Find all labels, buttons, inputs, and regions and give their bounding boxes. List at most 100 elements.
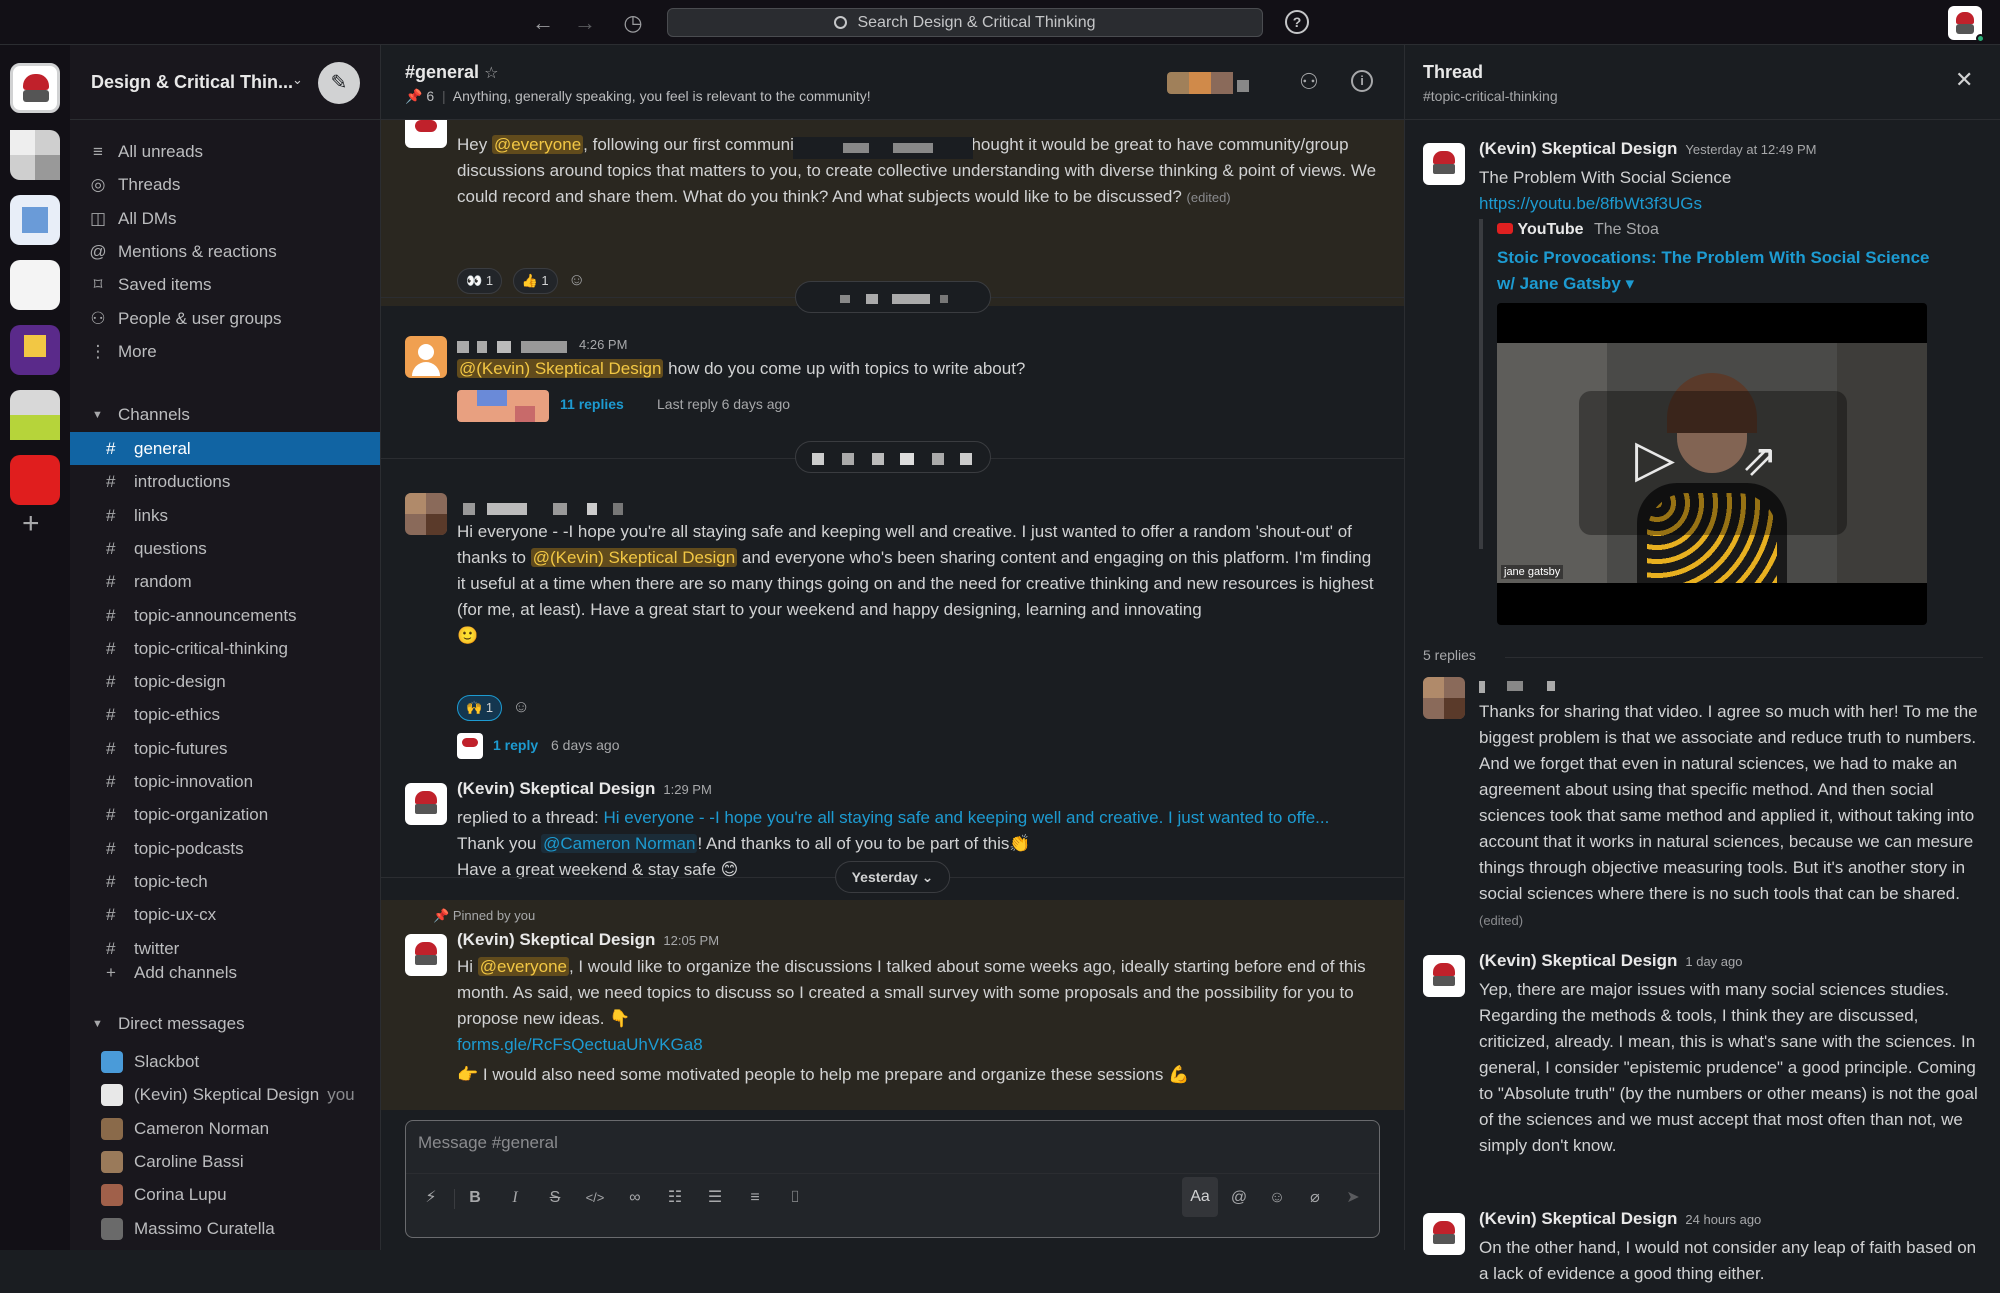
sidebar-dm-corina-lupu[interactable]: Corina Lupu <box>70 1178 380 1211</box>
mention-everyone[interactable]: @everyone <box>477 957 569 976</box>
workspace-4[interactable] <box>10 260 60 310</box>
italic-icon[interactable]: I <box>500 1183 530 1213</box>
workspace-3[interactable] <box>10 195 60 245</box>
avatar[interactable] <box>1423 955 1465 997</box>
add-member-icon[interactable]: ⚇ <box>1299 69 1319 95</box>
info-icon[interactable]: i <box>1351 70 1373 92</box>
sidebar-channel-introductions[interactable]: # introductions <box>70 465 380 498</box>
ordered-list-icon[interactable]: ☷ <box>660 1183 690 1213</box>
nav-item-all-dms[interactable]: ◫ All DMs <box>70 202 380 235</box>
add-reaction-icon[interactable]: ☺ <box>568 270 585 289</box>
compose-button[interactable]: ✎ <box>318 62 360 104</box>
workspace-5[interactable] <box>10 325 60 375</box>
back-icon[interactable]: ← <box>528 8 558 38</box>
sidebar-channel-topic-podcasts[interactable]: # topic-podcasts <box>70 832 380 865</box>
send-icon[interactable]: ➤ <box>1338 1183 1368 1213</box>
sidebar-dm-slackbot[interactable]: Slackbot <box>70 1045 380 1078</box>
mention-kevin[interactable]: @(Kevin) Skeptical Design <box>457 359 664 378</box>
code-icon[interactable]: </> <box>580 1183 610 1213</box>
message-input[interactable]: Message #general <box>418 1133 558 1153</box>
sidebar-channel-topic-announcements[interactable]: # topic-announcements <box>70 599 380 632</box>
thread-reply[interactable]: Thanks for sharing that video. I agree s… <box>1423 677 1983 947</box>
avatar[interactable] <box>1423 677 1465 719</box>
reaction-raised-hands[interactable]: 🙌 1 <box>457 695 503 721</box>
chevron-down-icon[interactable]: ⌄ <box>292 72 303 88</box>
avatar[interactable] <box>405 336 447 378</box>
video-player[interactable]: ▷ ⇗ jane gatsby <box>1497 303 1927 625</box>
workspace-header[interactable]: Design & Critical Thin... ⌄ ✎ <box>70 45 380 120</box>
message-author[interactable]: (Kevin) Skeptical Design <box>1479 951 1677 970</box>
message-time[interactable]: 4:26 PM <box>579 337 627 352</box>
message-author[interactable]: (Kevin) Skeptical Design <box>457 930 655 949</box>
sidebar-channel-links[interactable]: # links <box>70 499 380 532</box>
member-avatars[interactable] <box>1167 72 1257 94</box>
link-icon[interactable]: ∞ <box>620 1183 650 1213</box>
avatar[interactable] <box>1423 1213 1465 1255</box>
sidebar-dm--kevin-skeptical-design[interactable]: (Kevin) Skeptical Design you <box>70 1078 380 1111</box>
avatar[interactable] <box>1423 143 1465 185</box>
message-item-pinned[interactable]: 📌 Pinned by you (Kevin) Skeptical Design… <box>381 900 1404 1110</box>
message-time[interactable]: 12:05 PM <box>663 933 719 948</box>
close-icon[interactable]: ✕ <box>1955 67 1973 93</box>
shortcuts-icon[interactable]: ⚡ <box>416 1183 446 1213</box>
reaction-eyes[interactable]: 👀 1 <box>457 268 503 294</box>
thread-parent-message[interactable]: (Kevin) Skeptical Design Yesterday at 12:… <box>1423 139 1983 693</box>
video-title-link[interactable]: Stoic Provocations: The Problem With Soc… <box>1497 245 1947 297</box>
sidebar-channel-topic-futures[interactable]: # topic-futures <box>70 732 380 765</box>
blockquote-icon[interactable]: ≡ <box>740 1183 770 1213</box>
play-icon[interactable]: ▷ <box>1635 429 1675 489</box>
sidebar-channel-general[interactable]: # general <box>70 432 380 465</box>
pin-icon[interactable]: 📌 <box>405 88 422 104</box>
message-item[interactable]: Hi everyone - -I hope you're all staying… <box>381 485 1404 765</box>
workspace-6[interactable] <box>10 390 60 440</box>
thread-reply[interactable]: (Kevin) Skeptical Design 1 day ago Yep, t… <box>1423 951 1983 1185</box>
message-time[interactable]: 24 hours ago <box>1685 1212 1761 1227</box>
date-divider-pill[interactable] <box>794 281 991 313</box>
message-author[interactable]: (Kevin) Skeptical Design <box>1479 139 1677 158</box>
forward-icon[interactable]: → <box>570 8 600 38</box>
bulleted-list-icon[interactable]: ☰ <box>700 1183 730 1213</box>
thread-replies[interactable]: 1 reply 6 days ago <box>457 733 857 759</box>
user-avatar[interactable] <box>1948 6 1985 43</box>
thread-channel-link[interactable]: #topic-critical-thinking <box>1423 88 1558 104</box>
sidebar-channel-topic-ux-cx[interactable]: # topic-ux-cx <box>70 898 380 931</box>
mention-everyone[interactable]: @everyone <box>491 135 584 154</box>
sidebar-channel-topic-organization[interactable]: # topic-organization <box>70 798 380 831</box>
sidebar-channel-topic-tech[interactable]: # topic-tech <box>70 865 380 898</box>
thread-replies[interactable]: 11 replies Last reply 6 days ago <box>457 390 1057 422</box>
message-time[interactable]: 1:29 PM <box>663 782 711 797</box>
avatar[interactable] <box>405 783 447 825</box>
nav-item-more[interactable]: ⋮ More <box>70 335 380 368</box>
sidebar-dm-massimo-curatella[interactable]: Massimo Curatella <box>70 1212 380 1245</box>
external-link-icon[interactable]: ⇗ <box>1741 431 1778 491</box>
sidebar-channel-topic-innovation[interactable]: # topic-innovation <box>70 765 380 798</box>
emoji-icon[interactable]: ☺ <box>1262 1183 1292 1213</box>
nav-item-saved-items[interactable]: ⌑ Saved items <box>70 268 380 301</box>
direct-messages-section-header[interactable]: ▼ Direct messages <box>70 1009 380 1039</box>
mention-kevin[interactable]: @(Kevin) Skeptical Design <box>530 548 738 567</box>
strikethrough-icon[interactable]: S <box>540 1183 570 1213</box>
sidebar-channel-topic-critical-thinking[interactable]: # topic-critical-thinking <box>70 632 380 665</box>
workspace-design-critical-thinking[interactable] <box>10 63 60 113</box>
avatar[interactable] <box>405 493 447 535</box>
nav-item-threads[interactable]: ◎ Threads <box>70 168 380 201</box>
help-icon[interactable]: ? <box>1285 10 1309 34</box>
message-time[interactable]: Yesterday at 12:49 PM <box>1685 142 1816 157</box>
survey-link[interactable]: forms.gle/RcFsQectuaUhVKGa8 <box>457 1035 703 1054</box>
sidebar-dm-caroline-bassi[interactable]: Caroline Bassi <box>70 1145 380 1178</box>
sidebar-channel-topic-design[interactable]: # topic-design <box>70 665 380 698</box>
star-icon[interactable]: ☆ <box>484 65 498 82</box>
message-author[interactable]: (Kevin) Skeptical Design <box>1479 1209 1677 1228</box>
bold-icon[interactable]: B <box>460 1183 490 1213</box>
workspace-2[interactable] <box>10 130 60 180</box>
attachment-icon[interactable]: ⌀ <box>1300 1183 1330 1213</box>
nav-item-people-user-groups[interactable]: ⚇ People & user groups <box>70 302 380 335</box>
history-icon[interactable]: ◷ <box>618 8 648 38</box>
message-composer[interactable]: Message #general ⚡ B I S </> ∞ ☷ ☰ ≡ ⌷ A… <box>405 1120 1380 1238</box>
add-reaction-icon[interactable]: ☺ <box>513 697 530 716</box>
sidebar-channel-random[interactable]: # random <box>70 565 380 598</box>
replies-link[interactable]: 11 replies <box>560 396 624 412</box>
sidebar-channel-topic-ethics[interactable]: # topic-ethics <box>70 698 380 731</box>
add-channels-button[interactable]: + Add channels <box>70 956 380 989</box>
nav-item-all-unreads[interactable]: ≡ All unreads <box>70 135 380 168</box>
